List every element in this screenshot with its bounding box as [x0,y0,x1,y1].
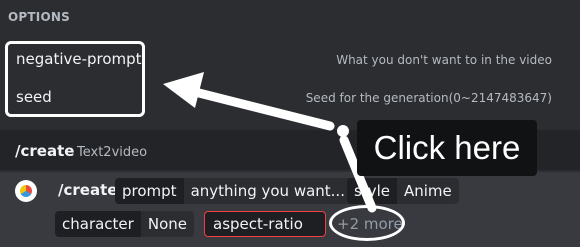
arrow-origin-dot [337,125,349,137]
click-here-tooltip: Click here [357,120,537,176]
arrow-to-options [190,87,335,131]
arrow-to-options-head [163,72,204,108]
